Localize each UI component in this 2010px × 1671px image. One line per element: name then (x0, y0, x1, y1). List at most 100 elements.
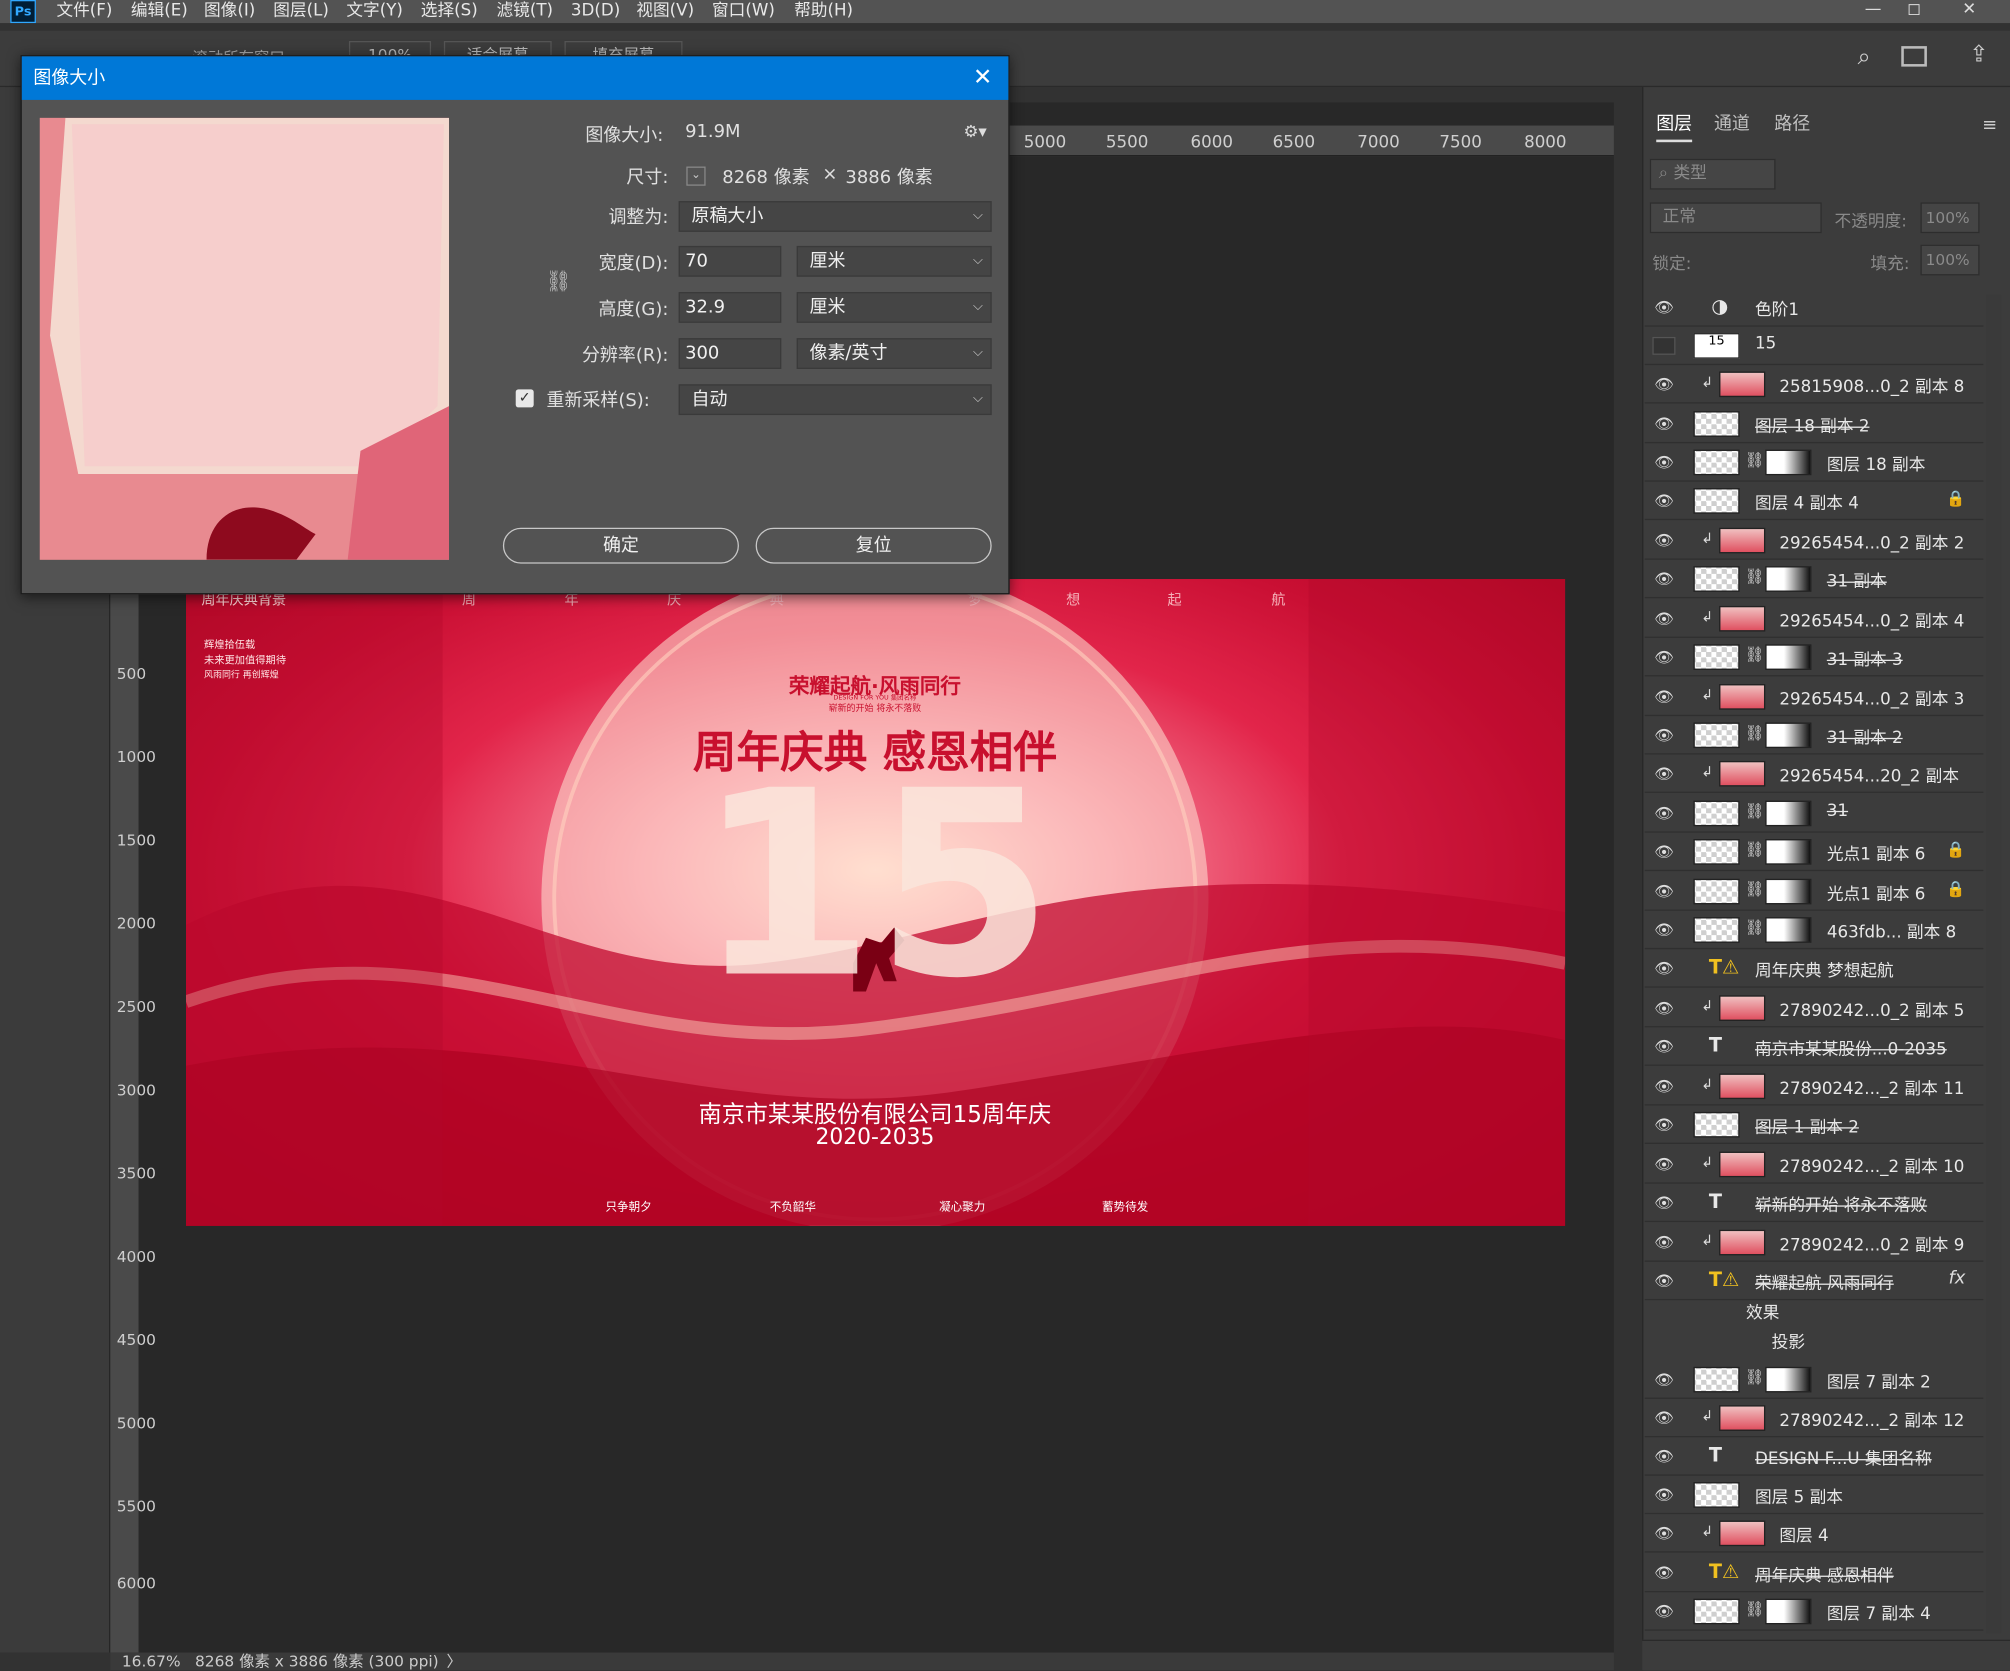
layer-row[interactable]: 👁 ⛓ 31 (1644, 794, 1984, 833)
layer-name[interactable]: 色阶1 (1755, 296, 1799, 320)
visibility-eye-icon[interactable]: 👁 (1652, 610, 1675, 628)
layer-row[interactable]: 👁 ⛓ 光点1 副本 6 🔒 (1644, 872, 1984, 911)
layer-name[interactable]: 图层 18 副本 (1827, 451, 1926, 475)
menu-edit[interactable]: 编辑(E) (131, 0, 188, 23)
layer-row[interactable]: 👁 ↲ 图层 4 (1644, 1514, 1984, 1553)
layer-thumbnail[interactable] (1719, 1229, 1766, 1256)
layer-thumbnail[interactable] (1719, 371, 1766, 398)
layer-mask-thumbnail[interactable] (1765, 1598, 1812, 1625)
layer-thumbnail[interactable] (1719, 760, 1766, 787)
layer-row[interactable]: 👁 ↲ 27890242..._2 副本 12 (1644, 1399, 1984, 1438)
visibility-eye-icon[interactable]: 👁 (1652, 492, 1675, 510)
layer-thumbnail[interactable] (1719, 527, 1766, 554)
layer-row[interactable]: 👁 ↲ 27890242...0_2 副本 5 (1644, 989, 1984, 1028)
layer-row[interactable]: 👁 ↲ 29265454...0_2 副本 3 (1644, 678, 1984, 717)
tab-channels[interactable]: 通道 (1714, 106, 1750, 142)
resolution-input[interactable]: 300 (678, 338, 782, 369)
layer-row[interactable]: 👁 ⛓ 图层 7 副本 2 (1644, 1360, 1984, 1399)
resolution-unit-select[interactable]: 像素/英寸 ⌵ (796, 338, 992, 369)
layer-row[interactable]: 👁 ⛓ 图层 7 副本 4 (1644, 1592, 1984, 1631)
visibility-eye-icon[interactable]: 👁 (1652, 726, 1675, 744)
layer-name[interactable]: 光点1 副本 6 (1827, 880, 1926, 904)
visibility-eye-icon[interactable]: 👁 (1652, 843, 1675, 861)
fit-to-select[interactable]: 原稿大小 ⌵ (678, 201, 992, 232)
menu-help[interactable]: 帮助(H) (794, 0, 853, 23)
visibility-eye-icon[interactable]: 👁 (1652, 1448, 1675, 1466)
fill-input[interactable]: 100% (1920, 244, 1980, 276)
layer-name[interactable]: 29265454...0_2 副本 3 (1779, 685, 1964, 709)
layer-name[interactable]: 图层 4 (1779, 1522, 1828, 1546)
layer-row[interactable]: 👁 T⚠ 周年庆典 梦想起航 (1644, 949, 1984, 988)
visibility-eye-icon[interactable]: 👁 (1652, 375, 1675, 393)
layer-thumbnail[interactable] (1719, 1073, 1766, 1100)
layer-name[interactable]: 南京市某某股份...0-2035 (1755, 1035, 1947, 1059)
layer-row[interactable]: 👁 ⛓ 光点1 副本 6 🔒 (1644, 833, 1984, 872)
layer-thumbnail[interactable] (1719, 605, 1766, 632)
visibility-eye-icon[interactable]: 👁 (1652, 453, 1675, 471)
layer-thumbnail[interactable] (1693, 800, 1740, 827)
layer-row[interactable]: 👁 ↲ 27890242...0_2 副本 9 (1644, 1223, 1984, 1262)
constrain-link-icon[interactable]: ⛓ (545, 269, 571, 293)
visibility-eye-icon[interactable]: 👁 (1652, 921, 1675, 939)
layer-mask-thumbnail[interactable] (1765, 449, 1812, 476)
layer-row[interactable]: 👁 ↲ 29265454...0_2 副本 4 (1644, 600, 1984, 638)
menu-view[interactable]: 视图(V) (636, 0, 694, 23)
layer-row[interactable]: 👁 图层 1 副本 2 (1644, 1106, 1984, 1144)
menu-file[interactable]: 文件(F) (56, 0, 112, 23)
layer-thumbnail[interactable] (1719, 995, 1766, 1021)
menu-3d[interactable]: 3D(D) (571, 0, 620, 23)
layer-thumbnail[interactable] (1693, 1598, 1740, 1625)
drop-shadow-effect[interactable]: 投影 (1772, 1328, 1805, 1353)
mask-link-icon[interactable]: ⛓ (1745, 646, 1765, 664)
mask-link-icon[interactable]: ⛓ (1745, 918, 1765, 936)
layer-name[interactable]: 31 (1827, 802, 1848, 821)
layer-mask-thumbnail[interactable] (1765, 1366, 1812, 1393)
workspace-icon[interactable] (1901, 46, 1927, 67)
dialog-close-button[interactable]: ✕ (967, 56, 998, 100)
layer-row[interactable]: 👁 ↲ 29265454...20_2 副本 (1644, 755, 1984, 793)
layer-thumbnail[interactable] (1719, 1405, 1766, 1431)
layer-name[interactable]: 31 副本 2 (1827, 724, 1903, 748)
status-arrow-icon[interactable]: 〉 (446, 1652, 461, 1670)
layer-row[interactable]: 👁 ↲ 29265454...0_2 副本 2 (1644, 521, 1984, 560)
reset-button[interactable]: 复位 (755, 527, 992, 564)
layer-name[interactable]: 25815908...0_2 副本 8 (1779, 373, 1964, 397)
layer-thumbnail[interactable]: 15 (1693, 333, 1740, 359)
layer-mask-thumbnail[interactable] (1765, 800, 1812, 827)
mask-link-icon[interactable]: ⛓ (1745, 880, 1765, 898)
layer-row[interactable]: 👁 ⛓ 31 副本 2 (1644, 716, 1984, 755)
layer-name[interactable]: 27890242..._2 副本 10 (1779, 1153, 1964, 1177)
layer-row[interactable]: 👁 图层 4 副本 4 🔒 (1644, 482, 1984, 521)
layer-thumbnail[interactable] (1693, 878, 1740, 905)
visibility-eye-icon[interactable]: 👁 (1652, 1234, 1675, 1252)
layer-name[interactable]: 图层 4 副本 4 (1755, 489, 1859, 513)
opacity-input[interactable]: 100% (1920, 202, 1980, 234)
visibility-eye-icon[interactable]: 👁 (1652, 1155, 1675, 1173)
document-artwork[interactable]: 周年庆典背景 辉煌拾伍载 未来更加值得期待 风雨同行 再创辉煌 周 年 庆 典 … (186, 579, 1566, 1226)
layer-name[interactable]: 27890242..._2 副本 11 (1779, 1075, 1964, 1099)
menu-type[interactable]: 文字(Y) (346, 0, 403, 23)
visibility-eye-icon[interactable]: 👁 (1652, 1194, 1675, 1212)
visibility-eye-icon[interactable]: 👁 (1652, 1409, 1675, 1427)
maximize-button[interactable]: ◻ (1888, 0, 1939, 23)
menu-select[interactable]: 选择(S) (421, 0, 478, 23)
visibility-eye-icon[interactable]: 👁 (1652, 883, 1675, 901)
layer-thumbnail[interactable] (1693, 1482, 1740, 1508)
visibility-eye-icon[interactable]: 👁 (1652, 1038, 1675, 1056)
height-input[interactable]: 32.9 (678, 292, 782, 323)
layer-name[interactable]: 27890242...0_2 副本 5 (1779, 997, 1964, 1021)
layer-thumbnail[interactable] (1693, 839, 1740, 865)
visibility-eye-icon[interactable]: 👁 (1652, 1272, 1675, 1290)
search-icon[interactable]: ⌕ (1858, 44, 1871, 71)
tab-layers[interactable]: 图层 (1656, 106, 1693, 143)
layer-thumbnail[interactable] (1719, 1151, 1766, 1178)
layer-mask-thumbnail[interactable] (1765, 917, 1812, 943)
layer-row[interactable]: 👁 ◑ 色阶1 (1644, 288, 1984, 327)
window-close-button[interactable]: ✕ (1944, 0, 1995, 23)
layer-name[interactable]: 图层 7 副本 4 (1827, 1600, 1931, 1624)
layer-name[interactable]: 图层 1 副本 2 (1755, 1113, 1859, 1137)
layer-name[interactable]: 光点1 副本 6 (1827, 840, 1926, 864)
layer-name[interactable]: 27890242..._2 副本 12 (1779, 1407, 1964, 1431)
menu-window[interactable]: 窗口(W) (712, 0, 775, 23)
layer-name[interactable]: 图层 5 副本 (1755, 1483, 1843, 1508)
